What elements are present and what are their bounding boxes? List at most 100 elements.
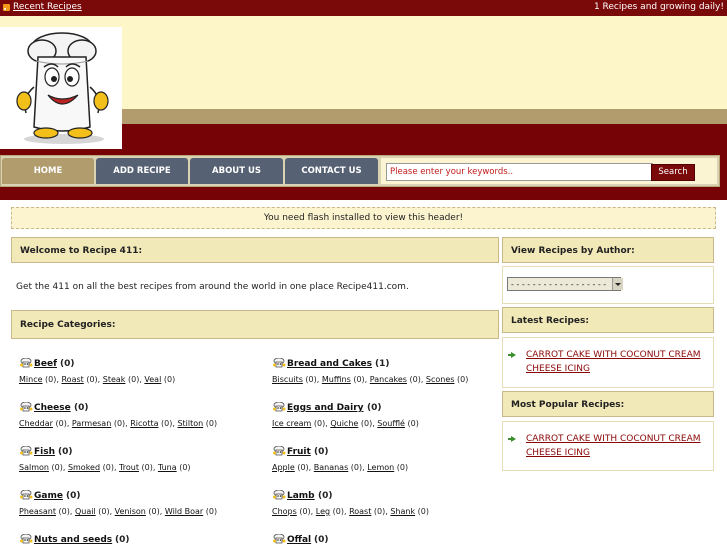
subcategory-list: Biscuits (0), Muffins (0), Pancakes (0),… <box>272 375 468 384</box>
category-link[interactable]: Lamb <box>287 491 315 501</box>
tab-add-recipe[interactable]: ADD RECIPE <box>96 158 188 184</box>
subcategory-link[interactable]: Venison <box>115 507 146 516</box>
category-link[interactable]: Nuts and seeds <box>34 535 112 545</box>
flash-notice: You need flash installed to view this he… <box>11 207 716 229</box>
subcategory-count: (0), <box>348 463 368 472</box>
subcategory-link[interactable]: Scones <box>426 375 455 384</box>
subcategory-list: Cheddar (0), Parmesan (0), Ricotta (0), … <box>19 419 217 428</box>
category-link[interactable]: Fish <box>34 447 55 457</box>
subcategory-link[interactable]: Chops <box>272 507 297 516</box>
subcategory-count: (0), <box>311 419 331 428</box>
latest-recipe-link[interactable]: CARROT CAKE WITH COCONUT CREAM CHEESE IC… <box>526 348 711 376</box>
subcategory-count: (0) <box>404 419 419 428</box>
chef-hat-icon <box>20 401 33 413</box>
subcategory-count: (0), <box>330 507 350 516</box>
chevron-down-icon[interactable] <box>612 278 623 290</box>
top-bar: Recent Recipes 1 Recipes and growing dai… <box>0 0 727 16</box>
category-link[interactable]: Eggs and Dairy <box>287 403 364 413</box>
subcategory-link[interactable]: Leg <box>316 507 330 516</box>
subcategory-link[interactable]: Biscuits <box>272 375 303 384</box>
subcategory-count: (0), <box>83 375 103 384</box>
latest-heading: Latest Recipes: <box>502 307 714 333</box>
chef-hat-icon <box>273 445 286 457</box>
subcategory-count: (0), <box>350 375 370 384</box>
rss-icon[interactable] <box>3 4 10 11</box>
subcategory-link[interactable]: Ricotta <box>130 419 158 428</box>
subcategory-link[interactable]: Tuna <box>158 463 177 472</box>
subcategory-link[interactable]: Veal <box>144 375 161 384</box>
subcategory-count: (0), <box>406 375 426 384</box>
subcategory-count: (0), <box>56 507 75 516</box>
subcategory-count: (0), <box>111 419 131 428</box>
subcategory-count: (0), <box>95 507 115 516</box>
subcategory-link[interactable]: Pancakes <box>370 375 407 384</box>
subcategory-link[interactable]: Apple <box>272 463 295 472</box>
chef-hat-icon <box>20 489 33 501</box>
subcategory-link[interactable]: Lemon <box>367 463 394 472</box>
subcategory-link[interactable]: Quail <box>75 507 96 516</box>
subcategory-count: (0), <box>42 375 62 384</box>
chef-hat-icon <box>20 445 33 457</box>
chef-hat-logo[interactable] <box>0 27 122 149</box>
subcategory-count: (0) <box>203 507 218 516</box>
popular-heading: Most Popular Recipes: <box>502 391 714 417</box>
subcategory-link[interactable]: Smoked <box>68 463 100 472</box>
subcategory-count: (0), <box>52 419 72 428</box>
subcategory-list: Pheasant (0), Quail (0), Venison (0), Wi… <box>19 507 217 516</box>
subcategory-count: (0), <box>294 463 314 472</box>
subcategory-link[interactable]: Wild Boar <box>165 507 203 516</box>
tab-home[interactable]: HOME <box>2 158 94 184</box>
chef-mascot-icon <box>16 32 109 144</box>
subcategory-link[interactable]: Roast <box>61 375 83 384</box>
subcategory-link[interactable]: Muffins <box>322 375 351 384</box>
category-count: (0) <box>314 535 329 545</box>
subcategory-link[interactable]: Stilton <box>177 419 203 428</box>
subcategory-count: (0), <box>145 507 165 516</box>
arrow-right-icon <box>508 352 516 358</box>
subcategory-link[interactable]: Mince <box>19 375 43 384</box>
category-link[interactable]: Offal <box>287 535 311 545</box>
category-count: (0) <box>60 359 75 369</box>
subcategory-link[interactable]: Bananas <box>314 463 349 472</box>
subcategory-count: (0) <box>394 463 409 472</box>
subcategory-link[interactable]: Steak <box>103 375 126 384</box>
subcategory-link[interactable]: Parmesan <box>72 419 111 428</box>
search-input[interactable]: Please enter your keywords.. <box>386 163 653 181</box>
subcategory-link[interactable]: Ice cream <box>272 419 311 428</box>
subcategory-list: Ice cream (0), Quiche (0), Soufflé (0) <box>272 419 419 428</box>
arrow-right-icon <box>508 436 516 442</box>
subcategory-link[interactable]: Soufflé <box>377 419 405 428</box>
tab-about-us[interactable]: ABOUT US <box>190 158 283 184</box>
category-link[interactable]: Bread and Cakes <box>287 359 372 369</box>
tab-contact-us[interactable]: CONTACT US <box>285 158 378 184</box>
category-link[interactable]: Beef <box>34 359 57 369</box>
category-link[interactable]: Game <box>34 491 63 501</box>
subcategory-link[interactable]: Salmon <box>19 463 49 472</box>
category-count: (0) <box>367 403 382 413</box>
subcategory-count: (0), <box>358 419 378 428</box>
subcategory-link[interactable]: Roast <box>349 507 371 516</box>
subcategory-link[interactable]: Shank <box>390 507 415 516</box>
category-count: (0) <box>115 535 130 545</box>
recent-recipes-link[interactable]: Recent Recipes <box>13 2 82 12</box>
welcome-text: Get the 411 on all the best recipes from… <box>16 282 409 292</box>
subcategory-link[interactable]: Cheddar <box>19 419 53 428</box>
welcome-heading: Welcome to Recipe 411: <box>11 237 499 263</box>
subcategory-count: (0) <box>161 375 176 384</box>
category-link[interactable]: Cheese <box>34 403 71 413</box>
popular-recipe-link[interactable]: CARROT CAKE WITH COCONUT CREAM CHEESE IC… <box>526 432 711 460</box>
category-count: (0) <box>58 447 73 457</box>
category-link[interactable]: Fruit <box>287 447 311 457</box>
chef-hat-icon <box>20 533 33 545</box>
chef-hat-icon <box>20 357 33 369</box>
subcategory-link[interactable]: Trout <box>119 463 139 472</box>
subcategory-link[interactable]: Pheasant <box>19 507 56 516</box>
author-select[interactable]: - - - - - - - - - - - - - - - - - - <box>507 277 621 291</box>
subcategory-count: (0), <box>296 507 316 516</box>
search-button[interactable]: Search <box>651 164 695 181</box>
subcategory-count: (0) <box>176 463 191 472</box>
subcategory-link[interactable]: Quiche <box>330 419 358 428</box>
category-count: (0) <box>74 403 89 413</box>
subcategory-count: (0) <box>454 375 469 384</box>
subcategory-count: (0), <box>302 375 322 384</box>
